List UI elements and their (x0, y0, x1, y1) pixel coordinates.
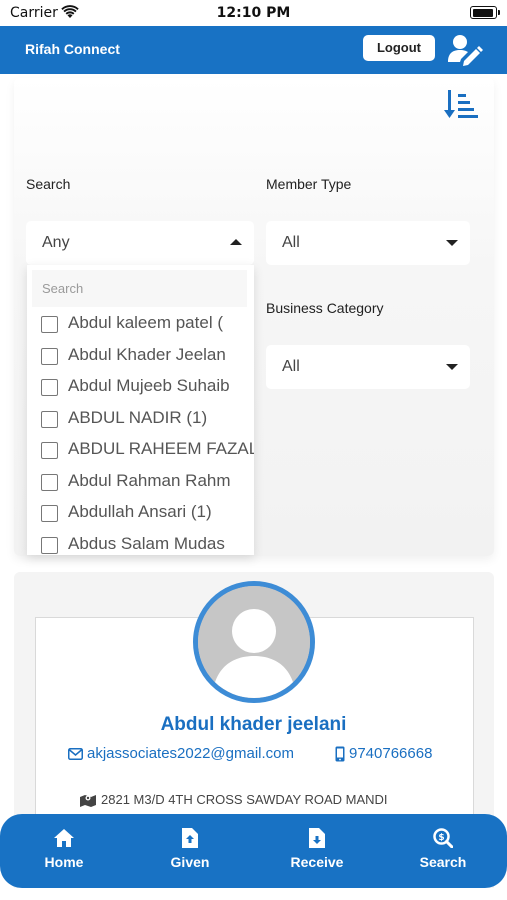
nav-receive[interactable]: Receive (267, 814, 367, 888)
checkbox[interactable] (41, 347, 58, 365)
option-label: ABDUL NADIR (1) (68, 407, 208, 427)
search-select-value: Any (42, 234, 70, 251)
search-select[interactable]: Any (26, 221, 254, 265)
file-download-icon (309, 828, 325, 848)
user-placeholder-icon (198, 586, 310, 698)
status-bar: Carrier 12:10 PM (0, 0, 507, 26)
member-type-label: Member Type (266, 176, 352, 192)
business-category-select[interactable]: All (266, 345, 470, 389)
checkbox[interactable] (41, 442, 58, 459)
business-category-select-value: All (282, 358, 300, 375)
dropdown-option[interactable]: ABDUL RAHEEM FAZAL (41, 435, 254, 465)
nav-label: Search (419, 854, 467, 870)
chevron-up-icon (230, 239, 242, 245)
checkbox[interactable] (41, 410, 58, 428)
nav-home[interactable]: Home (14, 814, 114, 888)
business-category-label: Business Category (266, 300, 384, 316)
option-label: Abdul Mujeeb Suhaib (68, 376, 230, 395)
checkbox[interactable] (41, 379, 58, 396)
option-label: Abdullah Ansari (1) (68, 502, 212, 521)
option-label: Abdus Salam Mudas (68, 533, 225, 553)
logout-button[interactable]: Logout (363, 35, 435, 61)
bottom-nav: Home Given Receive $ Search (0, 814, 507, 888)
checkbox[interactable] (41, 536, 58, 554)
email-link[interactable]: akjassociates2022@gmail.com (87, 745, 294, 762)
dropdown-option[interactable]: Abdul kaleem patel ( (41, 309, 254, 339)
battery-icon (470, 6, 500, 19)
nav-label: Given (170, 854, 210, 870)
chevron-down-icon (446, 240, 458, 246)
dropdown-search-input[interactable]: Search (32, 270, 247, 307)
member-type-select-value: All (282, 234, 300, 251)
dropdown-option[interactable]: Abdul Mujeeb Suhaib (41, 372, 254, 402)
search-dropdown: Search Abdul kaleem patel ( Abdul Khader… (27, 265, 254, 555)
status-time: 12:10 PM (216, 5, 291, 21)
dropdown-option[interactable]: ABDUL NADIR (1) (41, 404, 254, 434)
search-label: Search (26, 176, 71, 192)
app-title: Rifah Connect (25, 41, 120, 57)
dropdown-option[interactable]: Abdul Rahman Rahm (41, 467, 254, 497)
search-dollar-icon: $ (433, 828, 453, 848)
home-icon (54, 829, 74, 847)
nav-given[interactable]: Given (140, 814, 240, 888)
user-edit-icon[interactable] (446, 31, 484, 67)
member-type-select[interactable]: All (266, 221, 470, 265)
phone-link[interactable]: 9740766668 (349, 745, 432, 762)
dropdown-option[interactable]: Abdullah Ansari (1) (41, 498, 254, 528)
file-upload-icon (182, 828, 198, 848)
sort-icon[interactable] (444, 88, 478, 120)
envelope-icon (68, 748, 83, 760)
option-label: Abdul Rahman Rahm (68, 470, 231, 490)
checkbox[interactable] (41, 473, 58, 491)
option-label: ABDUL RAHEEM FAZAL (68, 439, 254, 458)
dropdown-search-placeholder: Search (42, 281, 84, 296)
home-indicator-area (0, 888, 507, 900)
option-label: Abdul kaleem patel ( (68, 313, 223, 332)
dropdown-option[interactable]: Abdul Khader Jeelan (41, 341, 254, 371)
chevron-down-icon (446, 364, 458, 370)
svg-text:$: $ (438, 833, 444, 843)
map-marked-icon (80, 795, 96, 807)
nav-label: Receive (290, 854, 344, 870)
nav-label: Home (44, 854, 84, 870)
address-text: 2821 M3/D 4TH CROSS SAWDAY ROAD MANDI (101, 792, 388, 807)
option-label: Abdul Khader Jeelan (68, 344, 226, 364)
checkbox[interactable] (41, 505, 58, 522)
checkbox[interactable] (41, 316, 58, 333)
profile-name: Abdul khader jeelani (160, 714, 347, 735)
mobile-phone-icon (335, 746, 345, 762)
nav-search[interactable]: $ Search (393, 814, 493, 888)
dropdown-option[interactable]: Abdus Salam Mudas (41, 530, 254, 556)
app-bar: Rifah Connect Logout (0, 26, 507, 74)
avatar (193, 581, 315, 703)
